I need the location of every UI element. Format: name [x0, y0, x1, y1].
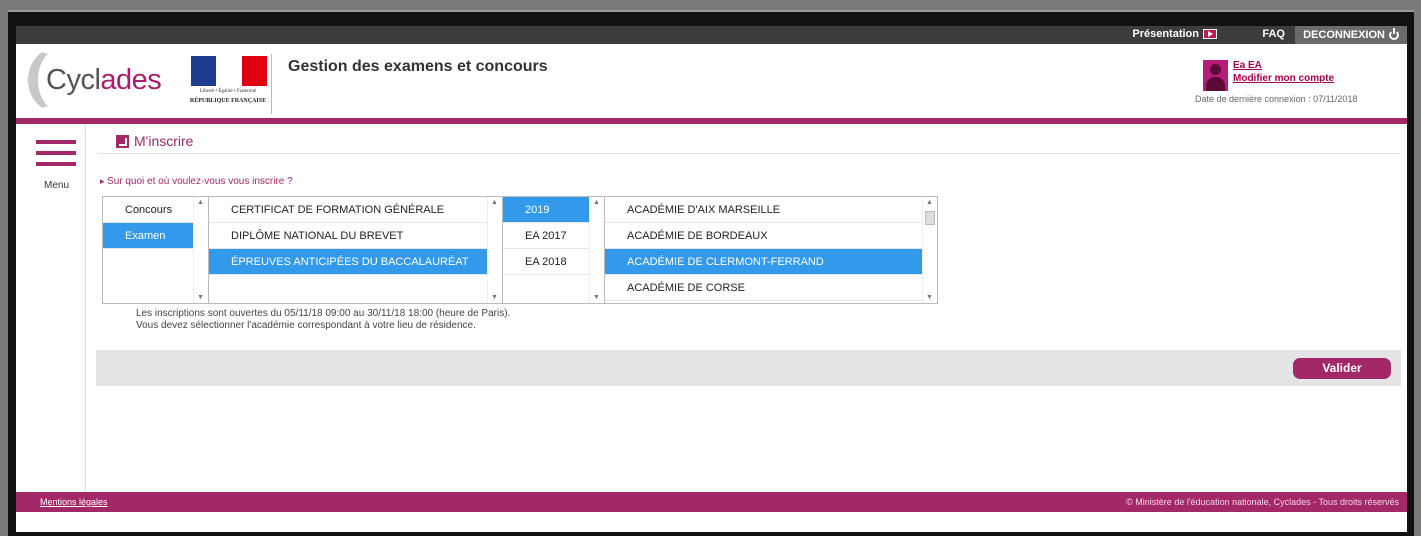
question-label: Sur quoi et où voulez-vous vous inscrire…: [100, 176, 293, 187]
side-menu: Menu: [16, 124, 86, 492]
academy-item[interactable]: ACADÉMIE DE BORDEAUX: [605, 223, 937, 249]
section-header: M'inscrire: [98, 132, 1400, 154]
avatar-icon: [1203, 60, 1228, 91]
exam-item[interactable]: CERTIFICAT DE FORMATION GÉNÉRALE: [209, 197, 502, 223]
logo-part1: Cycl: [46, 64, 101, 96]
info-line-dates: Les inscriptions sont ouvertes du 05/11/…: [136, 308, 511, 319]
exam-item[interactable]: DIPLÔME NATIONAL DU BREVET: [209, 223, 502, 249]
modify-account-link[interactable]: Modifier mon compte: [1233, 73, 1334, 84]
action-bar: Valider: [96, 350, 1401, 386]
arrow-down-right-icon: [116, 135, 129, 148]
site-title: Gestion des examens et concours: [288, 58, 548, 75]
exam-list[interactable]: CERTIFICAT DE FORMATION GÉNÉRALE DIPLÔME…: [209, 197, 503, 303]
info-line-academy: Vous devez sélectionner l'académie corre…: [136, 320, 476, 331]
account-panel: Ea EA Modifier mon compte Date de derniè…: [1195, 60, 1395, 112]
type-list-scrollbar[interactable]: ▲ ▼: [193, 197, 208, 303]
academy-item[interactable]: ACADÉMIE DE CLERMONT-FERRAND: [605, 249, 937, 275]
page: Cyclades Liberté • Égalité • Fraternité …: [16, 28, 1407, 532]
academy-list-scrollbar[interactable]: ▲ ▼: [922, 197, 937, 303]
academy-list[interactable]: ACADÉMIE D'AIX MARSEILLE ACADÉMIE DE BOR…: [605, 197, 937, 303]
section-title: M'inscrire: [134, 133, 194, 149]
presentation-label: Présentation: [1132, 28, 1199, 40]
academy-item[interactable]: ACADÉMIE D'AIX MARSEILLE: [605, 197, 937, 223]
presentation-link[interactable]: Présentation: [1132, 28, 1217, 40]
logout-button[interactable]: DECONNEXION: [1295, 26, 1407, 44]
validate-button[interactable]: Valider: [1293, 358, 1391, 379]
flag-icon: [191, 56, 267, 86]
footer: Mentions légales © Ministère de l'éducat…: [16, 492, 1407, 512]
cyclades-logo[interactable]: Cyclades: [28, 48, 178, 112]
marianne-logo: Liberté • Égalité • Fraternité RÉPUBLIQU…: [188, 54, 272, 114]
top-bar: Présentation FAQ DECONNEXION: [16, 26, 1407, 44]
logo-text: Cyclades: [46, 64, 162, 97]
exam-list-scrollbar[interactable]: ▲ ▼: [487, 197, 502, 303]
session-list-scrollbar[interactable]: ▲ ▼: [589, 197, 604, 303]
account-name-link[interactable]: Ea EA: [1233, 60, 1262, 71]
exam-item[interactable]: ÉPREUVES ANTICIPÉES DU BACCALAURÉAT: [209, 249, 502, 275]
academy-item[interactable]: ACADÉMIE DE CORSE: [605, 275, 937, 301]
header-band: [16, 118, 1407, 124]
info-text: Les inscriptions sont ouvertes du 05/11/…: [136, 308, 510, 332]
last-login: Date de dernière connexion : 07/11/2018: [1195, 94, 1358, 104]
logout-label: DECONNEXION: [1303, 29, 1385, 41]
header: Cyclades Liberté • Égalité • Fraternité …: [16, 44, 1407, 120]
marianne-name: RÉPUBLIQUE FRANÇAISE: [189, 98, 267, 104]
menu-label: Menu: [44, 180, 70, 191]
selection-lists: Concours Examen ▲ ▼ CERTIFICAT DE FORMATI…: [102, 196, 938, 304]
marianne-motto: Liberté • Égalité • Fraternité: [199, 89, 257, 94]
power-icon: [1389, 28, 1399, 40]
faq-link[interactable]: FAQ: [1262, 28, 1285, 40]
legal-link[interactable]: Mentions légales: [40, 497, 108, 507]
type-list[interactable]: Concours Examen ▲ ▼: [103, 197, 209, 303]
copyright-text: © Ministère de l'éducation nationale, Cy…: [1126, 497, 1399, 507]
logo-part2: ades: [100, 64, 162, 96]
session-list[interactable]: 2019 EA 2017 EA 2018 ▲ ▼: [503, 197, 605, 303]
video-icon: [1203, 29, 1217, 39]
hamburger-menu-icon[interactable]: [36, 140, 76, 172]
